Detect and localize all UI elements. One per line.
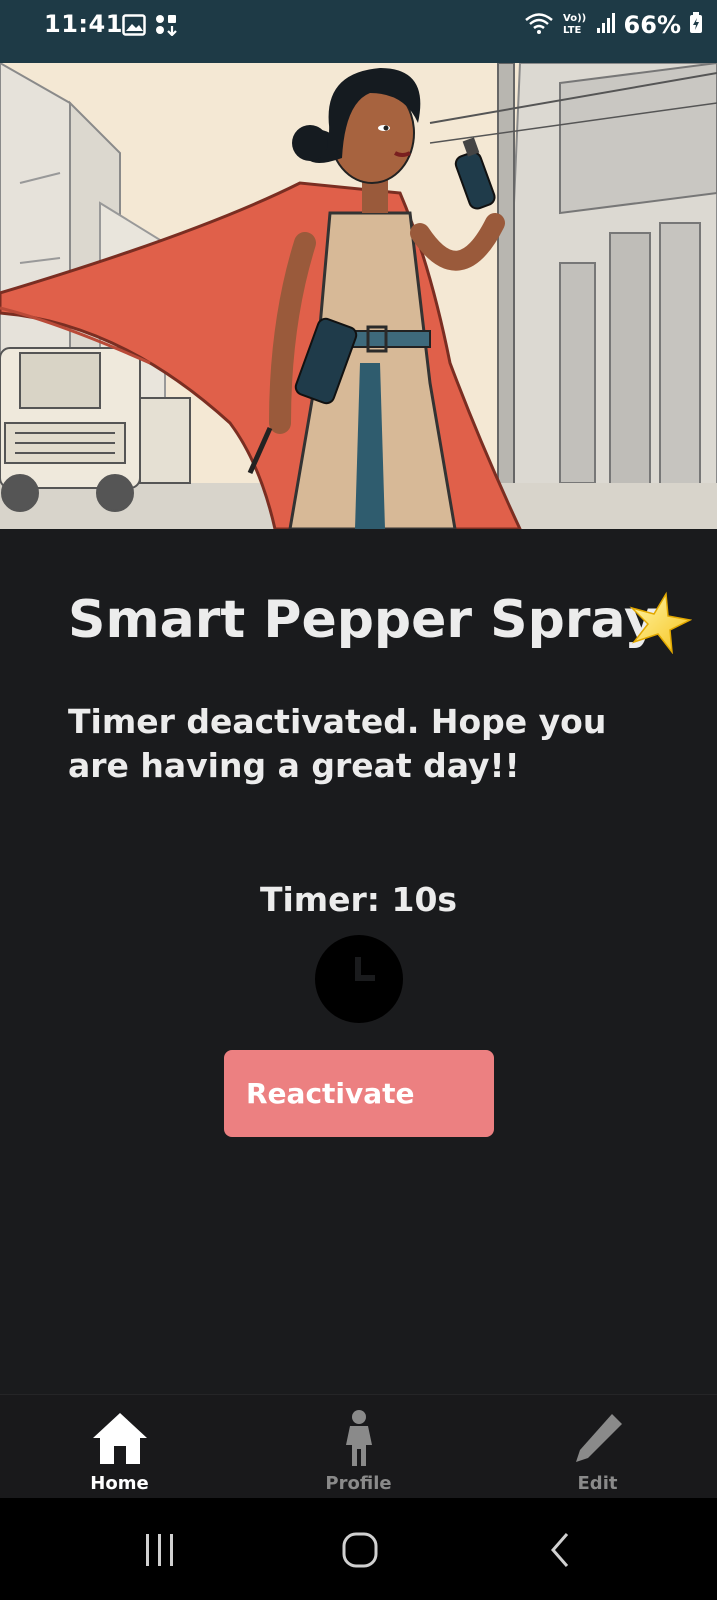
page-title: Smart Pepper Spray (68, 590, 658, 650)
notification-icons (122, 14, 178, 40)
system-home-button[interactable] (330, 1526, 390, 1574)
hero-illustration (0, 63, 717, 529)
home-circle-icon (342, 1532, 378, 1568)
status-message: Timer deactivated. Hope you are having a… (68, 702, 607, 785)
timer-label: Timer: 10s (259, 880, 458, 919)
person-icon (329, 1409, 389, 1467)
system-status-icons: Vo)) LTE 66% (524, 10, 703, 40)
svg-text:LTE: LTE (563, 25, 582, 36)
back-button[interactable] (530, 1526, 590, 1574)
battery-percent: 66% (623, 11, 681, 39)
reactivate-button[interactable]: Reactivate (224, 1050, 494, 1137)
status-bar: 11:41 Vo)) LTE 66% (0, 0, 717, 63)
nav-label-home: Home (90, 1473, 149, 1494)
recent-apps-icon (146, 1534, 173, 1566)
nav-label-profile: Profile (325, 1473, 392, 1494)
nav-item-profile[interactable]: Profile (239, 1395, 478, 1498)
nav-item-home[interactable]: Home (0, 1395, 239, 1498)
wifi-icon (524, 11, 554, 39)
pencil-icon (568, 1409, 628, 1467)
star-icon (628, 590, 693, 655)
gallery-icon (122, 14, 146, 40)
nav-item-edit[interactable]: Edit (478, 1395, 717, 1498)
svg-text:Vo)): Vo)) (563, 13, 586, 24)
home-icon (90, 1409, 150, 1467)
battery-icon (689, 12, 703, 38)
back-chevron-icon (551, 1533, 569, 1567)
nav-label-edit: Edit (577, 1473, 618, 1494)
signal-icon (596, 12, 616, 38)
bottom-nav: Home Profile Edit (0, 1394, 717, 1498)
system-nav-bar (0, 1498, 717, 1600)
volte-icon: Vo)) LTE (562, 10, 588, 40)
recent-apps-button[interactable] (130, 1526, 190, 1574)
apps-icon (154, 14, 178, 40)
status-time: 11:41 (44, 10, 123, 38)
clock-icon (315, 935, 403, 1023)
